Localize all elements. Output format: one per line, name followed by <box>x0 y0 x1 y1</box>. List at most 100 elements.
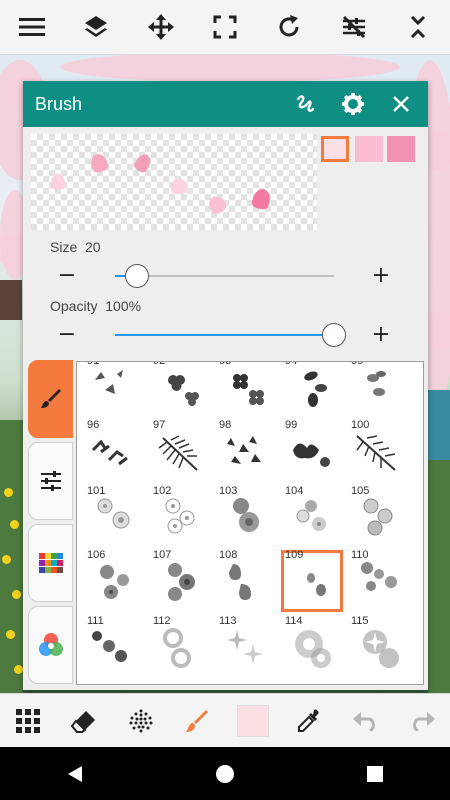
brush-thumbnail <box>361 562 397 591</box>
size-decrease-button[interactable]: − <box>55 265 79 287</box>
top-toolbar <box>0 0 450 55</box>
brush-thumbnail <box>296 500 326 531</box>
adjust-off-icon[interactable] <box>334 7 374 47</box>
brush-thumbnail <box>356 435 396 471</box>
home-icon[interactable] <box>205 754 245 794</box>
opacity-decrease-button[interactable]: − <box>55 324 79 346</box>
brush-thumbnail <box>165 498 195 534</box>
brush-cell-92[interactable]: 92 <box>149 362 211 418</box>
brush-cell-95[interactable]: 95 <box>347 362 409 418</box>
system-nav-bar <box>0 747 450 800</box>
color-swatch-1[interactable] <box>321 136 349 162</box>
size-increase-button[interactable]: + <box>369 265 393 287</box>
brush-thumbnail <box>91 439 128 466</box>
brush-cell-105[interactable]: 105 <box>347 485 409 548</box>
opacity-value: 100% <box>105 298 142 314</box>
brush-thumbnail <box>227 436 261 464</box>
brush-cell-91[interactable]: 91 <box>83 362 145 418</box>
brush-cell-103[interactable]: 103 <box>215 485 277 548</box>
brush-cell-107[interactable]: 107 <box>149 549 211 612</box>
brush-cell-108[interactable]: 108 <box>215 549 277 612</box>
opacity-label: Opacity 100% <box>50 298 141 314</box>
brush-thumbnail <box>100 565 129 599</box>
brush-thumbnail <box>363 498 393 536</box>
brush-cell-110[interactable]: 110 <box>347 549 409 612</box>
brush-thumbnail <box>295 630 331 668</box>
brush-thumbnail <box>233 374 264 405</box>
back-icon[interactable] <box>55 754 95 794</box>
eyedropper-icon[interactable] <box>289 701 329 741</box>
rotate-icon[interactable] <box>269 7 309 47</box>
brush-cell-97[interactable]: 97 <box>149 419 211 482</box>
recents-icon[interactable] <box>355 754 395 794</box>
brush-thumbnail <box>227 630 263 664</box>
opacity-increase-button[interactable]: + <box>369 324 393 346</box>
brush-thumbnail <box>233 498 259 532</box>
brush-thumbnail <box>158 435 198 471</box>
undo-icon[interactable] <box>346 701 386 741</box>
brush-thumbnail <box>293 443 330 467</box>
opacity-slider-thumb[interactable] <box>322 323 346 347</box>
fit-screen-icon[interactable] <box>205 7 245 47</box>
opacity-label-text: Opacity <box>50 298 98 314</box>
brush-panel: Brush Size 20 − + Opacity 100% − + 91 92… <box>23 81 428 690</box>
brush-cell-94[interactable]: 94 <box>281 362 343 418</box>
brush-thumbnail <box>168 563 195 601</box>
size-label-text: Size <box>50 239 78 255</box>
brush-cell-93[interactable]: 93 <box>215 362 277 418</box>
color-swatch-3[interactable] <box>387 136 415 162</box>
color-swatch-2[interactable] <box>355 136 383 162</box>
brush-thumbnail <box>363 630 399 668</box>
brush-preview <box>31 134 317 230</box>
brush-cell-104[interactable]: 104 <box>281 485 343 548</box>
size-slider-thumb[interactable] <box>124 264 149 288</box>
grid-icon[interactable] <box>8 701 48 741</box>
brush-tab-icon <box>40 389 61 408</box>
brush-thumbnail <box>367 371 386 396</box>
brush-cell-112[interactable]: 112 <box>149 615 211 678</box>
brush-cell-101[interactable]: 101 <box>83 485 145 548</box>
panel-header: Brush <box>23 81 428 127</box>
current-color[interactable] <box>233 701 273 741</box>
eraser-icon[interactable] <box>64 701 104 741</box>
brush-cell-113[interactable]: 113 <box>215 615 277 678</box>
brush-cell-111[interactable]: 111 <box>83 615 145 678</box>
adjust-tab[interactable] <box>28 442 73 520</box>
palette-tab-icon <box>38 553 63 573</box>
collapse-icon[interactable] <box>398 7 438 47</box>
brush-thumbnail <box>97 498 130 529</box>
brush-cell-106[interactable]: 106 <box>83 549 145 612</box>
menu-icon[interactable] <box>12 7 52 47</box>
redo-icon[interactable] <box>402 701 442 741</box>
brush-stroke-icon[interactable] <box>284 81 326 127</box>
brush-thumbnail <box>168 375 199 406</box>
brush-thumbnail <box>229 564 251 600</box>
brush-cell-115[interactable]: 115 <box>347 615 409 678</box>
brush-cell-100[interactable]: 100 <box>347 419 409 482</box>
brush-thumbnail <box>307 573 326 596</box>
size-value: 20 <box>85 239 101 255</box>
brush-thumbnail <box>163 628 191 668</box>
color-wheel-tab-icon <box>38 633 63 656</box>
bottom-toolbar <box>0 693 450 748</box>
palette-tab[interactable] <box>28 524 73 602</box>
close-icon[interactable] <box>380 81 422 127</box>
brush-cell-114[interactable]: 114 <box>281 615 343 678</box>
brush-thumbnail <box>95 370 123 394</box>
brush-icon[interactable] <box>177 701 217 741</box>
brush-cell-96[interactable]: 96 <box>83 419 145 482</box>
color-wheel-tab[interactable] <box>28 606 73 684</box>
brush-cell-102[interactable]: 102 <box>149 485 211 548</box>
brush-tab[interactable] <box>28 360 73 438</box>
brush-thumbnail <box>92 631 127 662</box>
brush-cell-109[interactable]: 109 <box>281 549 343 612</box>
brush-grid[interactable]: 91 92 93 94 95 96 97 98 99 100 101 102 103 104 105 106 1… <box>76 361 424 685</box>
layers-icon[interactable] <box>76 7 116 47</box>
brush-cell-99[interactable]: 99 <box>281 419 343 482</box>
adjust-tab-icon <box>40 471 61 491</box>
dots-icon[interactable] <box>121 701 161 741</box>
move-icon[interactable] <box>141 7 181 47</box>
brush-cell-98[interactable]: 98 <box>215 419 277 482</box>
size-label: Size 20 <box>50 239 101 255</box>
settings-icon[interactable] <box>332 81 374 127</box>
